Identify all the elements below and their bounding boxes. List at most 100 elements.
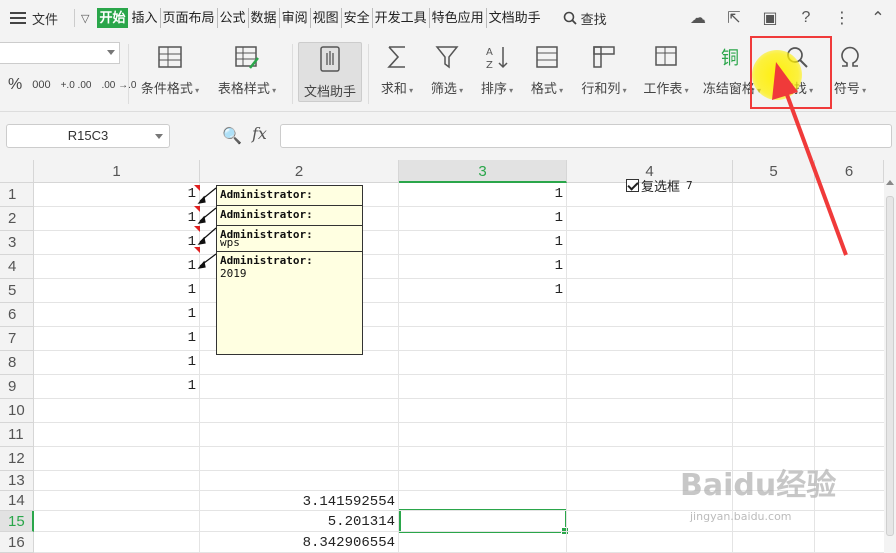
cloud-sync-icon[interactable]: ☁ xyxy=(688,8,708,28)
row-header[interactable]: 10 xyxy=(0,399,34,423)
cell[interactable]: 1 xyxy=(34,183,200,205)
tab-review[interactable]: 审阅 xyxy=(280,8,311,28)
column-header[interactable]: 1 xyxy=(34,160,200,183)
cell[interactable]: 1 xyxy=(34,303,200,325)
row-header[interactable]: 2 xyxy=(0,207,34,231)
cell[interactable]: 1 xyxy=(399,231,567,253)
row-header[interactable]: 9 xyxy=(0,375,34,399)
decrease-decimal-button[interactable]: .00 →.0 xyxy=(101,80,136,91)
row-header[interactable]: 13 xyxy=(0,471,34,491)
checkbox-control[interactable]: 复选框 7 xyxy=(626,176,693,195)
cell[interactable]: 1 xyxy=(34,375,200,397)
symbol-button[interactable]: 符号 xyxy=(828,42,872,102)
increase-decimal-button[interactable]: +.0 .00 xyxy=(61,80,92,91)
cell-comment[interactable]: Administrator: xyxy=(216,205,363,226)
doc-helper-button[interactable]: 文档助手 xyxy=(298,42,362,102)
cell[interactable]: 1 xyxy=(34,231,200,253)
thousands-separator-button[interactable]: 000 xyxy=(32,79,50,91)
format-button[interactable]: 格式 xyxy=(526,42,568,102)
file-menu[interactable]: 文件 xyxy=(0,0,68,36)
comment-author: Administrator: xyxy=(220,188,313,201)
insert-function-button[interactable]: fx xyxy=(252,124,267,143)
zoom-formula-icon[interactable]: 🔍 xyxy=(222,126,242,146)
column-header[interactable]: 2 xyxy=(200,160,399,183)
active-cell-r15c3[interactable] xyxy=(399,509,569,535)
tab-security[interactable]: 安全 xyxy=(342,8,373,28)
column-header[interactable]: 5 xyxy=(733,160,815,183)
help-icon[interactable]: ? xyxy=(796,8,816,28)
tab-view[interactable]: 视图 xyxy=(311,8,342,28)
formula-bar: R15C3 🔍 fx xyxy=(0,112,896,160)
tab-doc-helper[interactable]: 文档助手 xyxy=(487,8,543,28)
column-header[interactable]: 6 xyxy=(815,160,884,183)
vertical-scrollbar[interactable] xyxy=(884,160,896,553)
tab-developer[interactable]: 开发工具 xyxy=(373,8,430,28)
tab-insert[interactable]: 插入 xyxy=(130,8,161,28)
select-all-corner[interactable] xyxy=(0,160,34,183)
table-style-icon xyxy=(235,46,259,69)
tab-page-layout[interactable]: 页面布局 xyxy=(161,8,218,28)
row-header[interactable]: 14 xyxy=(0,491,34,511)
tab-data[interactable]: 数据 xyxy=(249,8,280,28)
name-box[interactable]: R15C3 xyxy=(6,124,170,148)
toolbox-icon[interactable]: ▣ xyxy=(760,8,780,28)
worksheet-button[interactable]: 工作表 xyxy=(640,42,692,102)
chevron-down-icon[interactable]: ▽ xyxy=(81,12,89,25)
grid-column-line xyxy=(566,183,567,553)
svg-text:铜: 铜 xyxy=(721,48,739,69)
cell-comment[interactable]: Administrator: xyxy=(216,185,363,206)
cell[interactable]: 1 xyxy=(399,255,567,277)
cell[interactable]: 8.342906554 xyxy=(200,532,399,553)
omega-icon xyxy=(841,46,859,67)
scrollbar-thumb[interactable] xyxy=(886,196,894,536)
highlight-box xyxy=(750,36,832,109)
cell-comment[interactable]: Administrator: wps xyxy=(216,225,363,253)
tab-home[interactable]: 开始 xyxy=(97,8,128,28)
search-command[interactable]: 查找 xyxy=(563,9,607,28)
row-header[interactable]: 8 xyxy=(0,351,34,375)
row-header[interactable]: 11 xyxy=(0,423,34,447)
conditional-format-button[interactable]: 条件格式 xyxy=(138,42,202,102)
ribbon-divider xyxy=(128,44,129,104)
rows-columns-button[interactable]: 行和列 xyxy=(578,42,630,102)
tab-featured[interactable]: 特色应用 xyxy=(430,8,487,28)
checkbox-checked-icon[interactable] xyxy=(626,179,639,192)
row-header[interactable]: 16 xyxy=(0,532,34,553)
row-header[interactable]: 5 xyxy=(0,279,34,303)
cell[interactable]: 1 xyxy=(34,207,200,229)
cell[interactable]: 1 xyxy=(34,351,200,373)
grid-row-line xyxy=(34,350,884,351)
more-icon[interactable]: ⋮ xyxy=(832,8,852,28)
tab-formulas[interactable]: 公式 xyxy=(218,8,249,28)
row-header[interactable]: 15 xyxy=(0,511,34,532)
row-header[interactable]: 4 xyxy=(0,255,34,279)
menu-bar: 文件 ▽ 开始 插入 页面布局 公式 数据 审阅 视图 安全 开发工具 特色应用… xyxy=(0,0,896,36)
cell[interactable]: 1 xyxy=(34,279,200,301)
formula-input[interactable] xyxy=(280,124,892,148)
font-size-select[interactable] xyxy=(0,42,120,64)
cell[interactable]: 1 xyxy=(399,207,567,229)
row-header[interactable]: 1 xyxy=(0,183,34,207)
row-header[interactable]: 6 xyxy=(0,303,34,327)
table-style-button[interactable]: 表格样式 xyxy=(214,42,280,102)
cell[interactable]: 5.201314 xyxy=(200,511,399,533)
row-header[interactable]: 12 xyxy=(0,447,34,471)
row-header[interactable]: 3 xyxy=(0,231,34,255)
sum-button[interactable]: 求和 xyxy=(376,42,418,102)
cell[interactable]: 1 xyxy=(399,279,567,301)
share-icon[interactable]: ⇱ xyxy=(724,8,744,28)
column-header-selected[interactable]: 3 xyxy=(399,160,567,183)
grid-column-line xyxy=(398,183,399,553)
percent-style-button[interactable]: % xyxy=(8,76,22,94)
row-header[interactable]: 7 xyxy=(0,327,34,351)
filter-button[interactable]: 筛选 xyxy=(426,42,468,102)
collapse-ribbon-icon[interactable]: ⌃ xyxy=(868,8,888,28)
cell[interactable]: 1 xyxy=(34,255,200,277)
cell[interactable]: 1 xyxy=(34,327,200,349)
grid-row-line xyxy=(34,206,884,207)
scroll-up-icon[interactable] xyxy=(886,180,894,185)
cell[interactable]: 1 xyxy=(399,183,567,205)
sort-button[interactable]: AZ 排序 xyxy=(476,42,518,102)
cell-comment[interactable]: Administrator: 2019 xyxy=(216,251,363,355)
doc-helper-icon xyxy=(320,46,340,72)
